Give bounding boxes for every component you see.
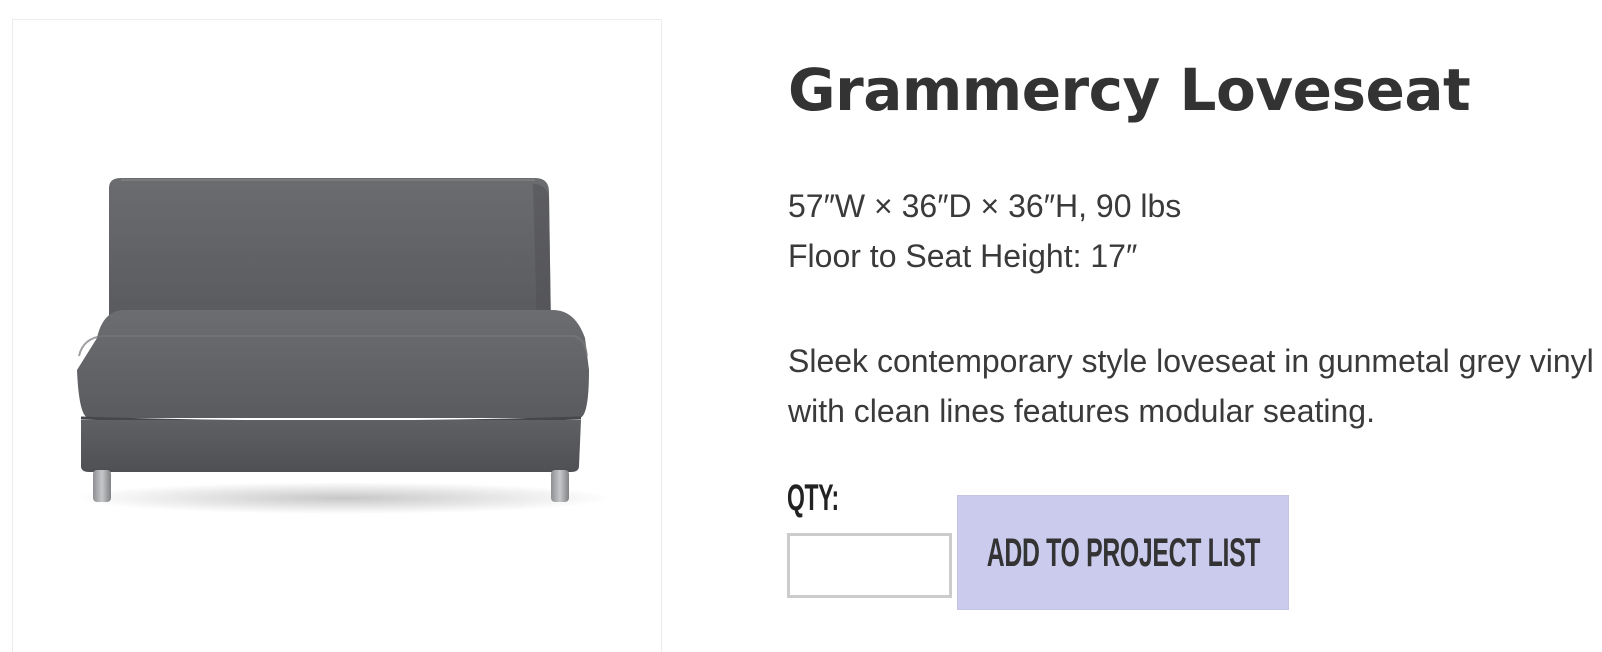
qty-label: QTY:	[787, 477, 839, 518]
product-description: Sleek contemporary style loveseat in gun…	[788, 343, 1594, 429]
product-page: Grammercy Loveseat 57″W × 36″D × 36″H, 9…	[0, 0, 1602, 652]
quantity-input[interactable]	[787, 533, 952, 598]
product-seat-height: Floor to Seat Height: 17″	[788, 238, 1138, 274]
add-to-project-list-button[interactable]: ADD TO PROJECT LIST	[957, 495, 1289, 610]
add-to-project-list-label: ADD TO PROJECT LIST	[986, 530, 1260, 575]
product-dimensions: 57″W × 36″D × 36″H, 90 lbs	[788, 188, 1182, 224]
product-image-frame	[12, 19, 662, 652]
loveseat-image	[73, 178, 613, 514]
product-title: Grammercy Loveseat	[788, 56, 1471, 124]
